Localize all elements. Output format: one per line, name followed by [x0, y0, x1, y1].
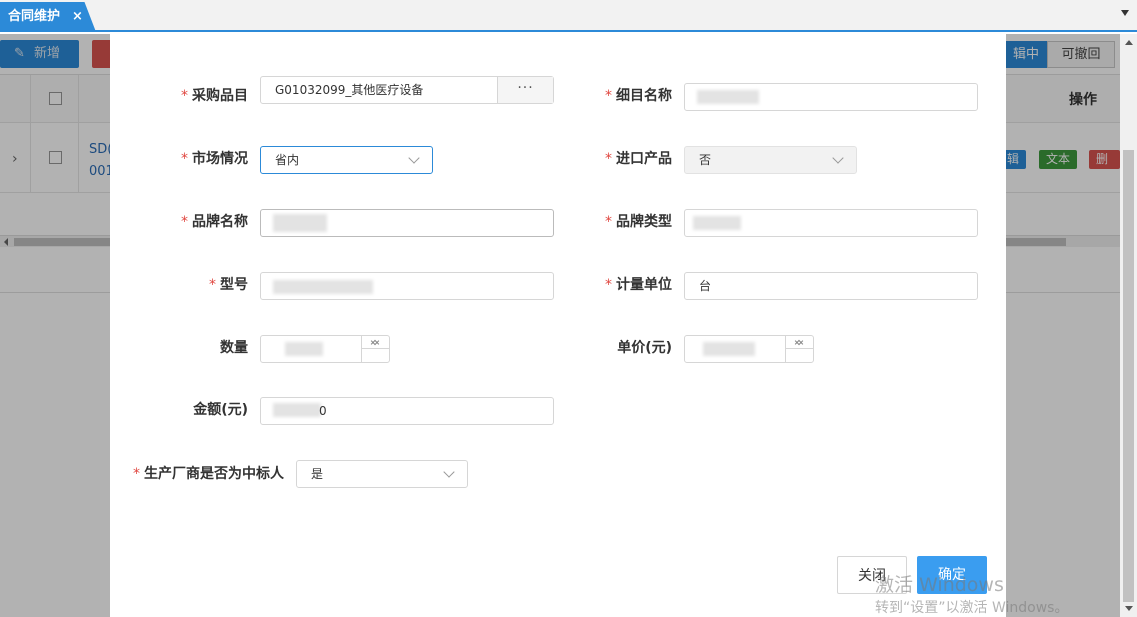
amount-label: 金额(元): [193, 402, 248, 418]
required-mark: *: [209, 277, 216, 293]
vertical-scrollbar[interactable]: [1120, 34, 1137, 617]
activation-watermark-title: 激活 Windows: [875, 574, 1004, 596]
market-value: 省内: [275, 153, 300, 167]
purchase-item-field[interactable]: G01032099_其他医疗设备 ···: [260, 76, 554, 104]
required-mark: *: [181, 214, 188, 230]
unit-label: * 计量单位: [605, 277, 672, 293]
purchase-item-label: * 采购品目: [181, 88, 248, 104]
decrement-icon[interactable]: [362, 336, 389, 349]
sub-item-name-input[interactable]: [684, 83, 978, 111]
is-winner-value: 是: [311, 467, 324, 481]
chevron-down-icon[interactable]: [1121, 10, 1129, 16]
unit-price-stepper[interactable]: [684, 335, 814, 363]
purchase-item-value: G01032099_其他医疗设备: [275, 83, 424, 97]
required-mark: *: [133, 466, 140, 482]
item-edit-dialog: * 采购品目 G01032099_其他医疗设备 ··· * 细目名称 * 市场情况 省…: [110, 33, 1006, 617]
redacted-value: [273, 214, 327, 232]
decrement-icon[interactable]: [786, 336, 813, 349]
unit-price-label: 单价(元): [617, 340, 672, 356]
redacted-value: [703, 342, 755, 356]
chevron-down-icon: [443, 466, 455, 478]
tab-label: 合同维护: [8, 9, 61, 24]
import-product-value: 否: [699, 153, 712, 167]
close-icon[interactable]: ×: [72, 2, 83, 32]
amount-input[interactable]: 0: [260, 397, 554, 425]
browse-button[interactable]: ···: [497, 77, 553, 103]
stepper-controls: [785, 336, 813, 362]
unit-input[interactable]: 台: [684, 272, 978, 300]
required-mark: *: [605, 277, 612, 293]
import-product-select[interactable]: 否: [684, 146, 857, 174]
is-winner-label: * 生产厂商是否为中标人: [133, 466, 284, 482]
unit-value: 台: [699, 279, 712, 293]
brand-name-label: * 品牌名称: [181, 214, 248, 230]
sub-item-name-label: * 细目名称: [605, 88, 672, 104]
market-select[interactable]: 省内: [260, 146, 433, 174]
required-mark: *: [181, 88, 188, 104]
required-mark: *: [605, 214, 612, 230]
model-label: * 型号: [209, 277, 248, 293]
is-winner-select[interactable]: 是: [296, 460, 468, 488]
import-product-label: * 进口产品: [605, 151, 672, 167]
redacted-value: [273, 403, 321, 417]
model-input[interactable]: [260, 272, 554, 300]
scroll-up-icon[interactable]: [1125, 40, 1133, 45]
required-mark: *: [181, 151, 188, 167]
scrollbar-thumb[interactable]: [1123, 150, 1134, 602]
quantity-stepper[interactable]: [260, 335, 390, 363]
market-label: * 市场情况: [181, 151, 248, 167]
redacted-value: [273, 280, 373, 294]
stepper-controls: [361, 336, 389, 362]
scroll-down-icon[interactable]: [1125, 606, 1133, 611]
redacted-value: [693, 216, 741, 230]
tab-bar: 合同维护 ×: [0, 0, 1137, 32]
chevron-down-icon: [832, 152, 844, 164]
chevron-down-icon: [408, 152, 420, 164]
brand-type-label: * 品牌类型: [605, 214, 672, 230]
redacted-value: [285, 342, 323, 356]
redacted-value: [697, 90, 759, 104]
activation-watermark-hint: 转到“设置”以激活 Windows。: [875, 600, 1069, 616]
brand-name-input[interactable]: [260, 209, 554, 237]
required-mark: *: [605, 151, 612, 167]
required-mark: *: [605, 88, 612, 104]
brand-type-input[interactable]: [684, 209, 978, 237]
amount-value-tail: 0: [319, 404, 327, 418]
quantity-label: 数量: [220, 340, 248, 356]
tab-contract-maintenance[interactable]: 合同维护 ×: [0, 2, 96, 32]
